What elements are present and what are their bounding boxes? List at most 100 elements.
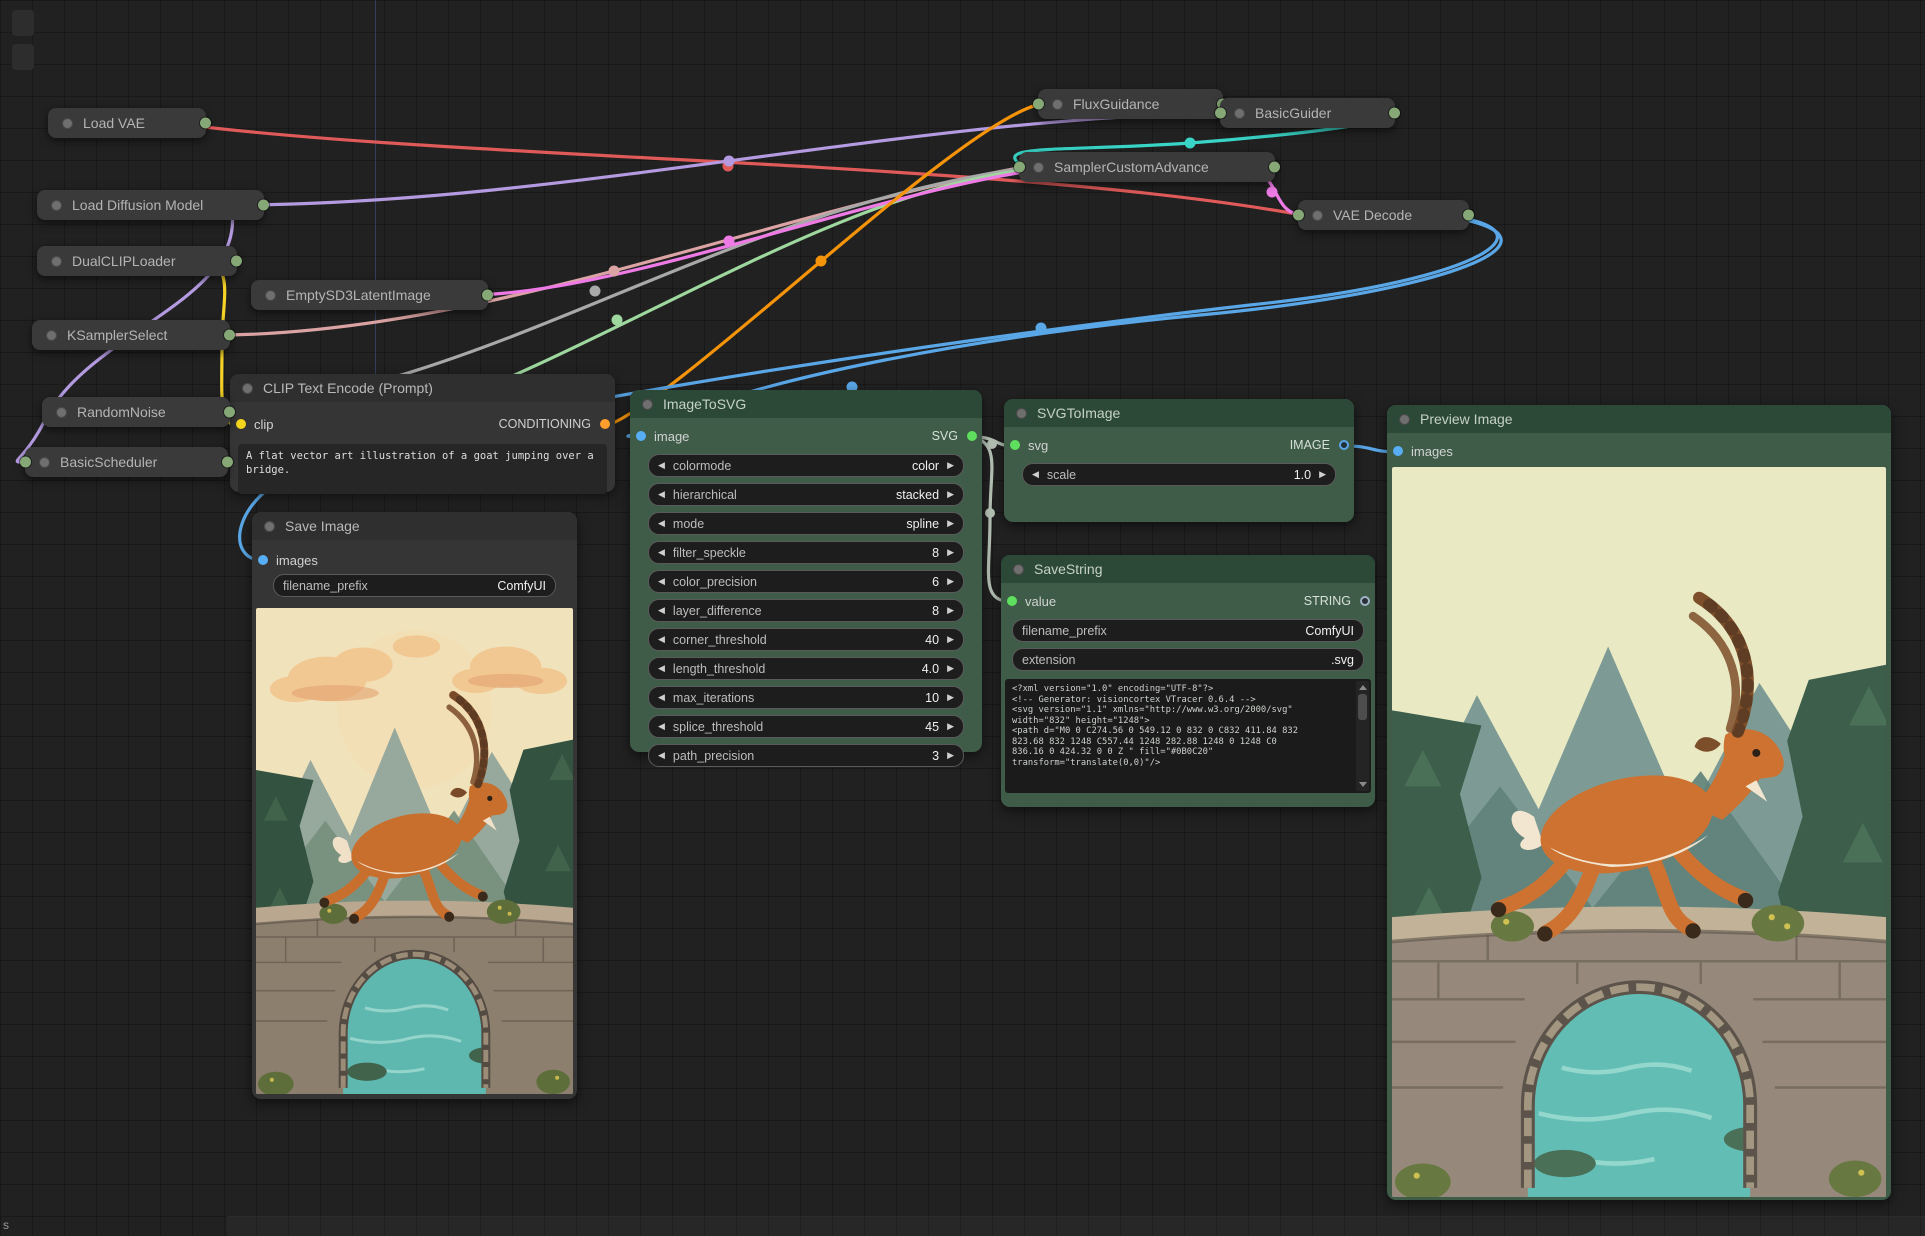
widget-path-precision[interactable]: path_precision3: [648, 744, 964, 767]
node-clip-text-encode[interactable]: CLIP Text Encode (Prompt) clip CONDITION…: [230, 374, 615, 492]
node-dual-clip-loader[interactable]: DualCLIPLoader: [37, 246, 237, 276]
collapse-toggle-icon[interactable]: [51, 256, 62, 267]
increment-arrow-icon[interactable]: [947, 606, 954, 615]
decrement-arrow-icon[interactable]: [658, 519, 665, 528]
input-slot-model[interactable]: [20, 457, 31, 468]
collapse-toggle-icon[interactable]: [51, 200, 62, 211]
widget-color-precision[interactable]: color_precision6: [648, 570, 964, 593]
node-flux-guidance[interactable]: FluxGuidance: [1038, 89, 1223, 119]
decrement-arrow-icon[interactable]: [658, 490, 665, 499]
input-slot-model[interactable]: [1215, 108, 1226, 119]
node-preview-image[interactable]: Preview Image images: [1387, 405, 1891, 1200]
collapse-toggle-icon[interactable]: [1033, 162, 1044, 173]
increment-arrow-icon[interactable]: [947, 519, 954, 528]
output-slot-clip[interactable]: [231, 256, 242, 267]
image-output-slot[interactable]: [1339, 440, 1349, 450]
decrement-arrow-icon[interactable]: [658, 751, 665, 760]
increment-arrow-icon[interactable]: [947, 722, 954, 731]
scrollbar[interactable]: [1356, 681, 1369, 791]
collapse-toggle-icon[interactable]: [39, 457, 50, 468]
decrement-arrow-icon[interactable]: [1032, 470, 1039, 479]
svg-input-slot[interactable]: [1010, 440, 1020, 450]
input-slot-multi[interactable]: [1014, 162, 1025, 173]
widget-mode[interactable]: modespline: [648, 512, 964, 535]
output-slot-guider[interactable]: [1389, 108, 1400, 119]
scroll-up-icon[interactable]: [1359, 685, 1367, 690]
output-slot-sampler[interactable]: [224, 330, 235, 341]
node-header[interactable]: SaveString: [1001, 555, 1375, 583]
node-sampler-custom-advance[interactable]: SamplerCustomAdvance: [1019, 152, 1275, 182]
output-slot-model[interactable]: [258, 200, 269, 211]
string-output-slot[interactable]: [1360, 596, 1370, 606]
increment-arrow-icon[interactable]: [947, 635, 954, 644]
increment-arrow-icon[interactable]: [947, 548, 954, 557]
widget-colormode[interactable]: colormodecolor: [648, 454, 964, 477]
widget-scale[interactable]: scale1.0: [1022, 463, 1336, 486]
node-header[interactable]: SVGToImage: [1004, 399, 1354, 427]
decrement-arrow-icon[interactable]: [658, 664, 665, 673]
node-basic-scheduler[interactable]: BasicScheduler: [25, 447, 228, 477]
collapse-toggle-icon[interactable]: [264, 521, 275, 532]
widget-splice-threshold[interactable]: splice_threshold45: [648, 715, 964, 738]
input-slot-samples[interactable]: [1293, 210, 1304, 221]
node-vae-decode[interactable]: VAE Decode: [1298, 200, 1469, 230]
increment-arrow-icon[interactable]: [947, 664, 954, 673]
output-slot-sigmas[interactable]: [222, 457, 233, 468]
output-slot-latent[interactable]: [482, 290, 493, 301]
widget-hierarchical[interactable]: hierarchicalstacked: [648, 483, 964, 506]
collapse-toggle-icon[interactable]: [1312, 210, 1323, 221]
decrement-arrow-icon[interactable]: [658, 635, 665, 644]
images-input-slot[interactable]: [1393, 446, 1403, 456]
collapse-toggle-icon[interactable]: [46, 330, 57, 341]
increment-arrow-icon[interactable]: [1319, 470, 1326, 479]
svg-output-slot[interactable]: [967, 431, 977, 441]
node-header[interactable]: CLIP Text Encode (Prompt): [230, 374, 615, 402]
node-random-noise[interactable]: RandomNoise: [42, 397, 230, 427]
value-input-slot[interactable]: [1007, 596, 1017, 606]
increment-arrow-icon[interactable]: [947, 693, 954, 702]
svg-code-textarea[interactable]: <?xml version="1.0" encoding="UTF-8"?> <…: [1005, 679, 1371, 793]
output-slot-image[interactable]: [1463, 210, 1474, 221]
comfyui-canvas[interactable]: { "canvas": { "watermark": "s" }, "nodes…: [0, 0, 1925, 1235]
collapse-toggle-icon[interactable]: [1234, 108, 1245, 119]
image-input-slot[interactable]: [636, 431, 646, 441]
collapse-toggle-icon[interactable]: [1052, 99, 1063, 110]
decrement-arrow-icon[interactable]: [658, 693, 665, 702]
collapse-toggle-icon[interactable]: [62, 118, 73, 129]
output-slot-latent[interactable]: [1269, 162, 1280, 173]
prompt-textarea[interactable]: A flat vector art illustration of a goat…: [238, 444, 607, 494]
node-image-to-svg[interactable]: ImageToSVG image SVG colormodecolor hier…: [630, 390, 982, 752]
node-load-vae[interactable]: Load VAE: [48, 108, 206, 138]
node-header[interactable]: Preview Image: [1387, 405, 1891, 433]
node-save-string[interactable]: SaveString value STRING filename_prefix …: [1001, 555, 1375, 807]
collapse-toggle-icon[interactable]: [242, 383, 253, 394]
widget-filename-prefix[interactable]: filename_prefix ComfyUI: [1012, 619, 1364, 642]
decrement-arrow-icon[interactable]: [658, 548, 665, 557]
node-basic-guider[interactable]: BasicGuider: [1220, 98, 1395, 128]
images-input-slot[interactable]: [258, 555, 268, 565]
decrement-arrow-icon[interactable]: [658, 722, 665, 731]
collapse-toggle-icon[interactable]: [642, 399, 653, 410]
widget-extension[interactable]: extension .svg: [1012, 648, 1364, 671]
increment-arrow-icon[interactable]: [947, 751, 954, 760]
widget-filename-prefix[interactable]: filename_prefix ComfyUI: [273, 574, 556, 597]
clip-input-slot[interactable]: [236, 419, 246, 429]
node-header[interactable]: ImageToSVG: [630, 390, 982, 418]
collapse-toggle-icon[interactable]: [265, 290, 276, 301]
node-empty-sd3-latent[interactable]: EmptySD3LatentImage: [251, 280, 488, 310]
node-save-image[interactable]: Save Image images filename_prefix ComfyU…: [252, 512, 577, 1099]
scroll-down-icon[interactable]: [1359, 782, 1367, 787]
widget-filter-speckle[interactable]: filter_speckle8: [648, 541, 964, 564]
conditioning-output-slot[interactable]: [600, 419, 610, 429]
decrement-arrow-icon[interactable]: [658, 461, 665, 470]
node-svg-to-image[interactable]: SVGToImage svg IMAGE scale1.0: [1004, 399, 1354, 522]
decrement-arrow-icon[interactable]: [658, 606, 665, 615]
collapse-toggle-icon[interactable]: [1016, 408, 1027, 419]
increment-arrow-icon[interactable]: [947, 490, 954, 499]
widget-corner-threshold[interactable]: corner_threshold40: [648, 628, 964, 651]
input-slot-conditioning[interactable]: [1033, 99, 1044, 110]
widget-max-iterations[interactable]: max_iterations10: [648, 686, 964, 709]
scrollbar-thumb[interactable]: [1358, 694, 1367, 720]
output-slot-noise[interactable]: [224, 407, 235, 418]
increment-arrow-icon[interactable]: [947, 577, 954, 586]
